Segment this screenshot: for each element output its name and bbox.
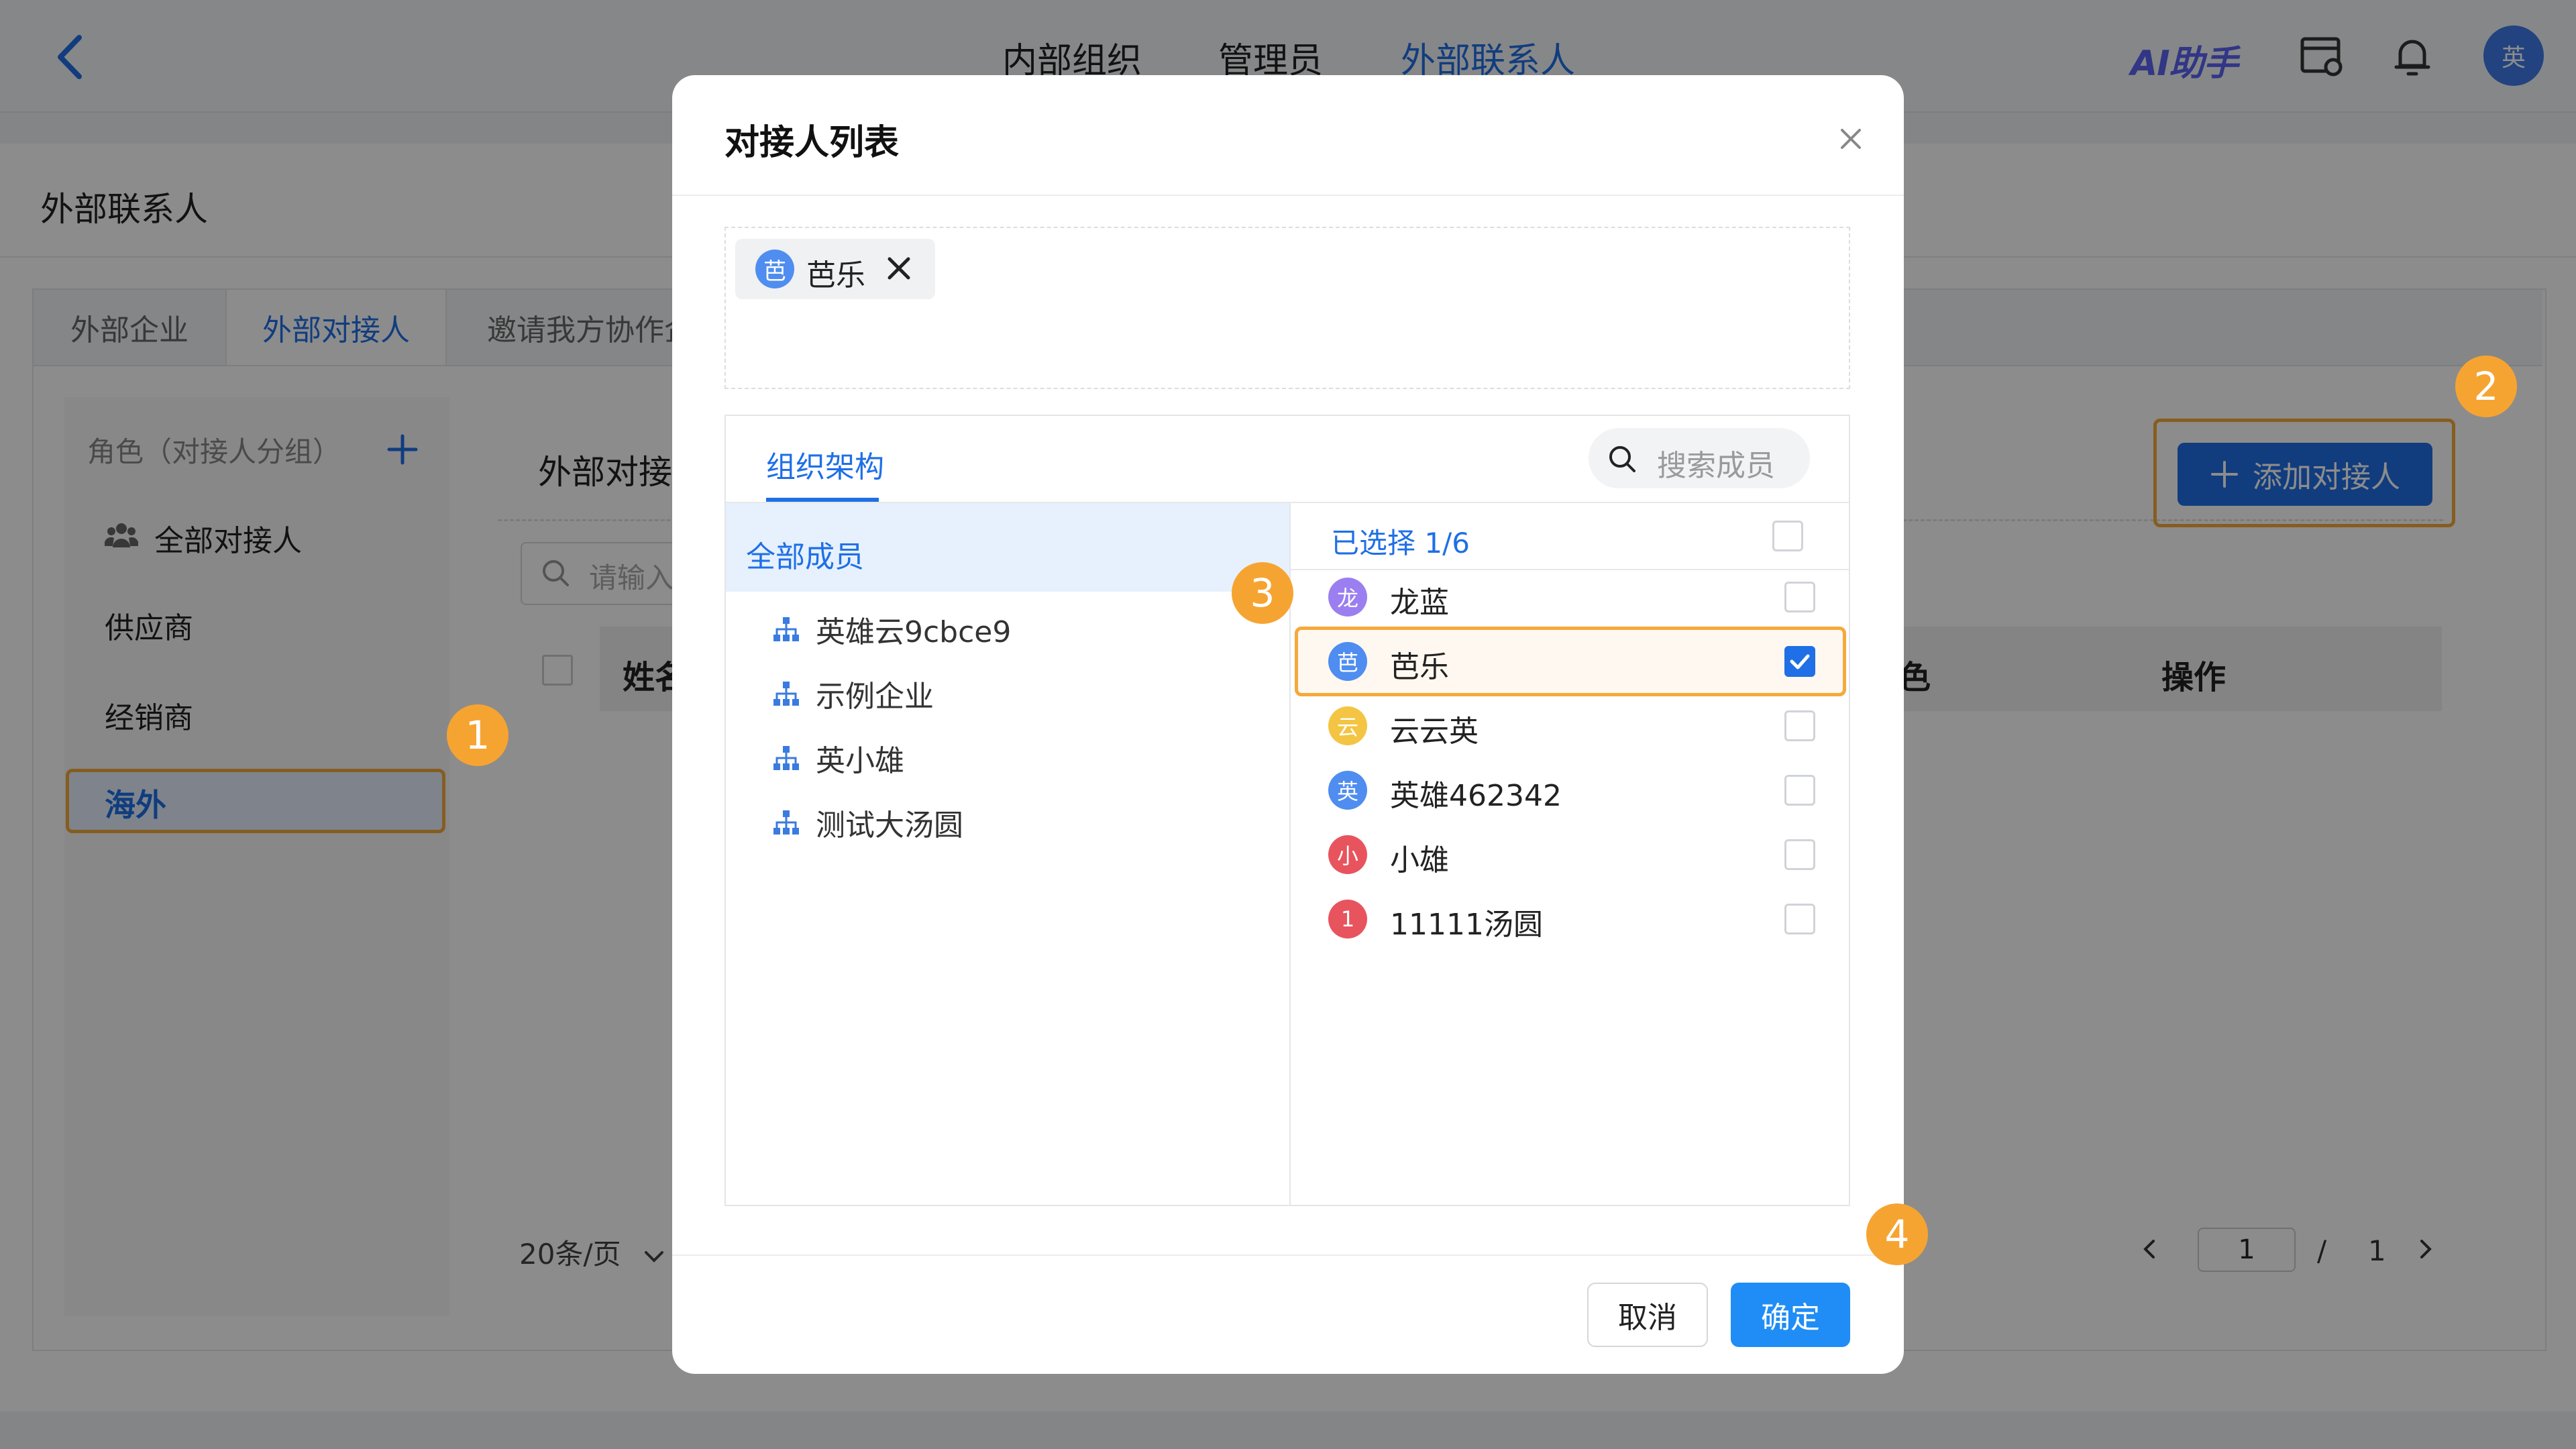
- member-avatar: 龙: [1328, 578, 1367, 616]
- remove-chip-icon[interactable]: [883, 252, 915, 284]
- org-item[interactable]: 英雄云9cbce9: [771, 604, 1174, 651]
- member-avatar: 英: [1328, 771, 1367, 810]
- member-row[interactable]: 1 11111汤圆: [1291, 887, 1849, 951]
- org-item-label: 测试大汤圆: [816, 808, 963, 843]
- org-item[interactable]: 示例企业: [771, 668, 1174, 715]
- org-item[interactable]: 英小雄: [771, 733, 1174, 780]
- member-row[interactable]: 云云云英: [1291, 694, 1849, 758]
- member-search-placeholder: 搜索成员: [1657, 449, 1775, 483]
- member-row[interactable]: 芭芭乐: [1291, 629, 1849, 694]
- member-row[interactable]: 小小雄: [1291, 822, 1849, 887]
- all-members-label: 全部成员: [746, 540, 864, 574]
- org-item-label: 英雄云9cbce9: [816, 615, 1012, 649]
- step-badge-4: 4: [1866, 1203, 1928, 1265]
- member-name: 龙蓝: [1390, 586, 1449, 620]
- member-name: 英雄462342: [1390, 779, 1562, 813]
- member-name: 芭乐: [1390, 650, 1449, 684]
- org-chart-icon: [773, 682, 799, 706]
- member-checkbox[interactable]: [1784, 839, 1815, 870]
- member-checkbox[interactable]: [1784, 710, 1815, 741]
- cancel-button[interactable]: 取消: [1587, 1283, 1708, 1347]
- member-avatar: 云: [1328, 706, 1367, 745]
- step-badge-2: 2: [2455, 356, 2517, 417]
- step-badge-1: 1: [447, 704, 508, 766]
- modal-title: 对接人列表: [724, 123, 900, 163]
- member-row[interactable]: 英英雄462342: [1291, 758, 1849, 822]
- member-checkbox[interactable]: [1784, 582, 1815, 612]
- member-name: 11111汤圆: [1390, 908, 1543, 942]
- step-badge-3: 3: [1232, 562, 1293, 624]
- member-avatar: 小: [1328, 835, 1367, 874]
- org-item-label: 英小雄: [816, 744, 904, 778]
- member-name: 云云英: [1390, 714, 1479, 749]
- org-chart-icon: [773, 617, 799, 641]
- chip-name: 芭乐: [806, 258, 865, 292]
- selected-count: 已选择 1/6: [1331, 527, 1470, 559]
- member-checkbox[interactable]: [1784, 775, 1815, 806]
- org-item[interactable]: 测试大汤圆: [771, 797, 1174, 844]
- member-avatar: 1: [1328, 900, 1367, 938]
- org-item-label: 示例企业: [816, 680, 934, 714]
- modal-footer-divider: [672, 1254, 1904, 1256]
- org-chart-icon: [773, 810, 799, 835]
- member-avatar: 芭: [1328, 642, 1367, 681]
- member-row[interactable]: 龙龙蓝: [1291, 565, 1849, 629]
- chip-avatar: 芭: [755, 250, 794, 288]
- org-chart-icon: [773, 746, 799, 770]
- tab-org-structure[interactable]: 组织架构: [766, 443, 884, 486]
- check-icon: [1790, 654, 1810, 669]
- member-checkbox[interactable]: [1784, 646, 1815, 677]
- modal-header-divider: [672, 195, 1904, 196]
- select-all-members-checkbox[interactable]: [1772, 521, 1803, 551]
- member-checkbox[interactable]: [1784, 904, 1815, 934]
- search-icon: [1609, 446, 1635, 472]
- confirm-button[interactable]: 确定: [1731, 1283, 1850, 1347]
- close-icon[interactable]: [1834, 122, 1868, 156]
- member-name: 小雄: [1390, 843, 1449, 877]
